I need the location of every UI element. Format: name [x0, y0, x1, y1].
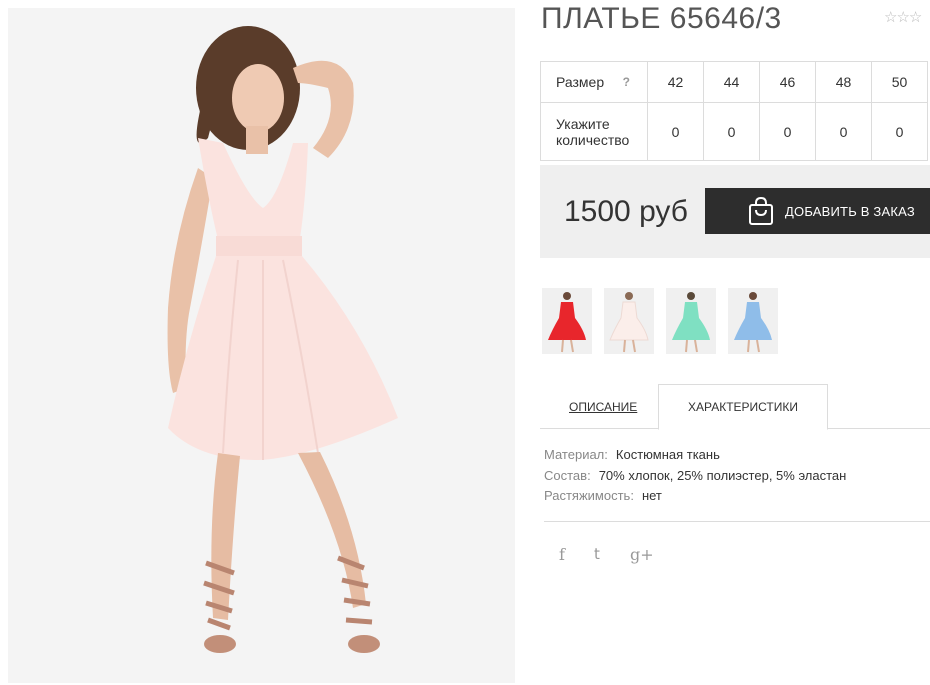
price: 1500 руб — [564, 195, 688, 228]
size-44: 44 — [703, 61, 760, 103]
facebook-icon[interactable]: f — [559, 545, 565, 564]
spec-value: 70% хлопок, 25% полиэстер, 5% эластан — [598, 468, 847, 483]
spec-key: Растяжимость: — [544, 488, 634, 503]
spec-stretch: Растяжимость: нет — [544, 488, 662, 503]
thumbnail-blue[interactable] — [728, 288, 778, 354]
spec-value: Костюмная ткань — [615, 447, 720, 462]
quantity-input-48[interactable]: 0 — [815, 102, 872, 161]
thumbnail-red[interactable] — [542, 288, 592, 354]
size-row: Размер ? 42 44 46 48 50 — [540, 61, 928, 103]
spec-value: нет — [641, 488, 662, 503]
tab-characteristics[interactable]: ХАРАКТЕРИСТИКИ — [658, 384, 828, 430]
quantity-input-50[interactable]: 0 — [871, 102, 928, 161]
shopping-bag-icon — [747, 196, 775, 229]
size-table: Размер ? 42 44 46 48 50 Укажите количест… — [540, 61, 928, 161]
size-50: 50 — [871, 61, 928, 103]
tab-description[interactable]: ОПИСАНИЕ — [569, 400, 637, 414]
thumbnail-pale-pink[interactable] — [604, 288, 654, 354]
size-42: 42 — [647, 61, 704, 103]
rating-stars[interactable]: ☆☆☆ — [884, 8, 930, 26]
size-label: Размер — [556, 74, 605, 90]
quantity-input-46[interactable]: 0 — [759, 102, 816, 161]
size-46: 46 — [759, 61, 816, 103]
specs-divider — [544, 521, 930, 522]
thumbnail-mint[interactable] — [666, 288, 716, 354]
spec-material: Материал: Костюмная ткань — [544, 447, 720, 462]
spec-composition: Состав: 70% хлопок, 25% полиэстер, 5% эла… — [544, 468, 846, 483]
quantity-label: Укажите количество — [540, 102, 648, 161]
add-to-order-button[interactable]: ДОБАВИТЬ В ЗАКАЗ — [705, 188, 930, 234]
product-main-photo[interactable] — [8, 8, 515, 683]
google-plus-icon[interactable]: g+ — [630, 545, 654, 564]
size-48: 48 — [815, 61, 872, 103]
quantity-input-42[interactable]: 0 — [647, 102, 704, 161]
product-title: ПЛАТЬЕ 65646/3 — [541, 2, 782, 35]
spec-key: Состав: — [544, 468, 591, 483]
spec-key: Материал: — [544, 447, 608, 462]
price-panel: 1500 руб ДОБАВИТЬ В ЗАКАЗ — [540, 165, 930, 258]
quantity-input-44[interactable]: 0 — [703, 102, 760, 161]
size-help-icon[interactable]: ? — [623, 74, 630, 90]
size-label-cell: Размер ? — [540, 61, 648, 103]
add-to-order-label: ДОБАВИТЬ В ЗАКАЗ — [785, 204, 915, 219]
twitter-icon[interactable]: t — [594, 545, 600, 563]
quantity-row: Укажите количество 0 0 0 0 0 — [540, 102, 928, 161]
